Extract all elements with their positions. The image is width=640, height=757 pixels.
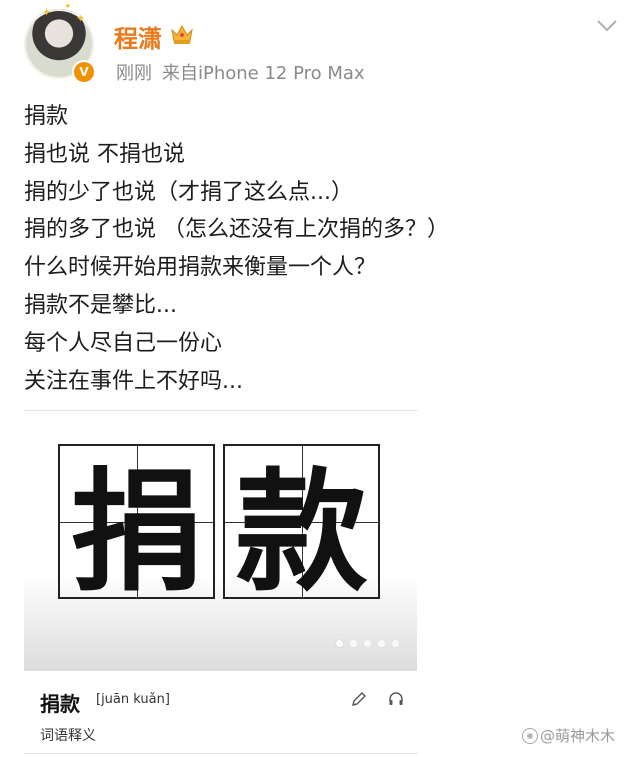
divider [24,410,418,411]
star-icon: ✦ [64,2,72,12]
post-text: 捐款 捐也说 不捐也说 捐的少了也说（才捐了这么点...） 捐的多了也说 （怎么… [24,98,449,400]
username[interactable]: 程潇 [114,19,162,54]
grid-character: 捐 [70,455,203,610]
image-carousel[interactable]: 捐 款 [24,426,417,671]
character-grid: 捐 [58,444,215,610]
verified-badge: V [74,62,94,82]
star-icon: ✦ [42,6,52,19]
post-line: 捐款不是攀比... [24,292,177,318]
watermark-text: @萌神木木 [540,727,616,745]
carousel-dots [336,640,399,647]
post-line: 捐款 [24,104,69,129]
carousel-dot-active[interactable] [336,640,343,647]
post-line: 捐的少了也说（才捐了这么点...） [24,179,353,205]
carousel-dot[interactable] [350,640,357,647]
dictionary-subtitle: 词语释义 [40,728,96,744]
watermark: ◉ @萌神木木 [522,725,615,746]
pencil-icon[interactable] [350,690,368,708]
carousel-dot[interactable] [378,640,385,647]
post-line: 捐的多了也说 （怎么还没有上次捐的多？） [24,217,449,243]
divider [24,753,418,754]
post-time: 刚刚 [116,63,152,84]
chevron-down-icon[interactable] [595,18,619,34]
post-line: 什么时候开始用捐款来衡量一个人？ [24,255,377,281]
carousel-dot[interactable] [364,640,371,647]
post-line: 每个人尽自己一份心 [24,330,223,356]
post-line: 捐也说 不捐也说 [24,141,185,167]
character-grid: 款 [223,444,380,610]
star-icon: ✦ [76,12,86,25]
post-meta: 刚刚 来自iPhone 12 Pro Max [116,59,375,85]
carousel-dot[interactable] [392,640,399,647]
post-line: 关注在事件上不好吗... [24,368,243,394]
grid-character: 款 [235,455,368,610]
crown-icon [171,24,193,44]
dictionary-pinyin: [juān kuǎn] [96,692,170,707]
dictionary-word[interactable]: 捐款 [40,688,80,717]
headphone-icon[interactable] [387,690,405,708]
post-source: 来自iPhone 12 Pro Max [162,63,365,84]
watermark-logo-icon: ◉ [522,727,538,744]
